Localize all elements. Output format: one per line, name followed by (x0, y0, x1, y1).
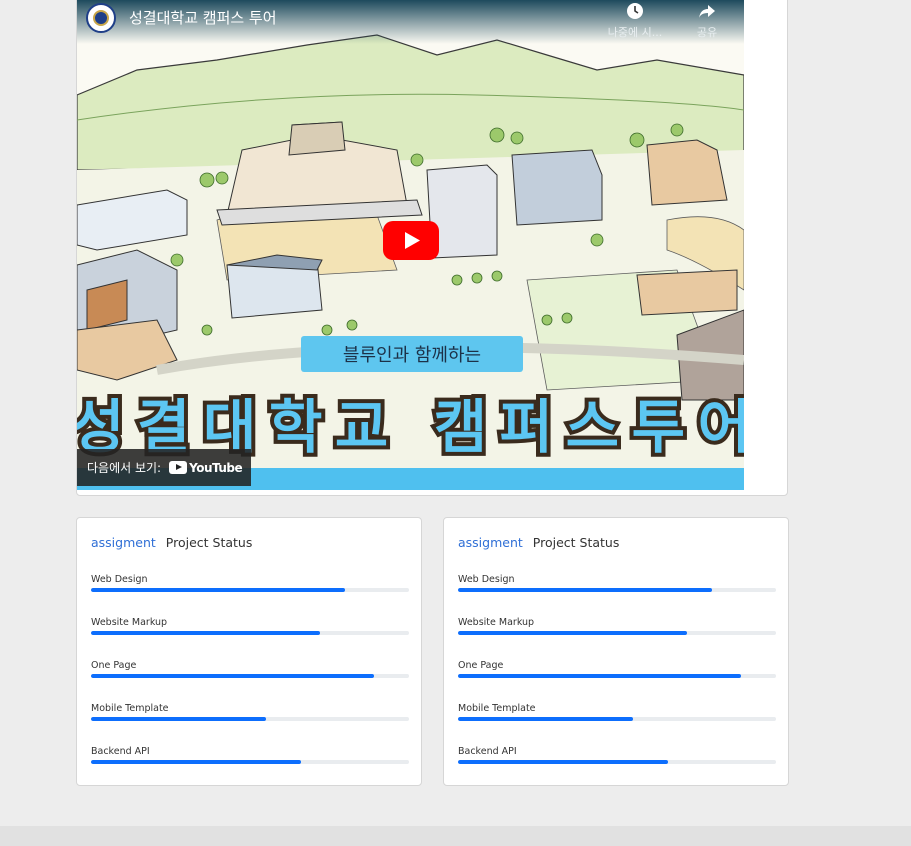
progress-item: One Page (458, 660, 776, 678)
progress-item: Web Design (91, 574, 409, 592)
share-label: 공유 (696, 26, 718, 39)
video-title[interactable]: 성결대학교 캠퍼스 투어 (129, 7, 277, 28)
progress-fill (91, 674, 375, 678)
share-button[interactable]: 공유 (672, 2, 742, 40)
progress-track (458, 674, 776, 678)
progress-track (91, 760, 409, 764)
progress-label: Web Design (91, 574, 148, 585)
progress-label: Website Markup (458, 617, 535, 628)
watch-later-label: 나중에 시... (607, 26, 663, 39)
progress-fill (458, 631, 687, 635)
progress-item: Mobile Template (458, 703, 776, 721)
progress-label: Backend API (91, 746, 150, 757)
project-status-card: assigment Project Status Web Design Webs… (76, 517, 422, 786)
clock-icon (627, 3, 643, 19)
progress-track (458, 588, 776, 592)
watch-later-button[interactable]: 나중에 시... (600, 2, 670, 40)
progress-fill (458, 760, 668, 764)
progress-item: One Page (91, 660, 409, 678)
progress-label: Mobile Template (458, 703, 536, 714)
progress-track (91, 588, 409, 592)
footer (0, 826, 911, 846)
banner-subtitle: 블루인과 함께하는 (343, 345, 481, 366)
youtube-play-icon (169, 461, 188, 474)
progress-label: Mobile Template (91, 703, 169, 714)
play-button[interactable] (383, 221, 439, 260)
progress-item: Website Markup (458, 617, 776, 635)
channel-logo[interactable] (86, 3, 116, 33)
progress-track (91, 674, 409, 678)
progress-fill (91, 717, 266, 721)
progress-fill (458, 717, 633, 721)
progress-label: Website Markup (91, 617, 168, 628)
card-title: assigment Project Status (458, 535, 619, 550)
card-heading: Project Status (165, 535, 253, 550)
progress-fill (91, 631, 320, 635)
card-accent-link[interactable]: assigment (91, 535, 156, 550)
progress-item: Mobile Template (91, 703, 409, 721)
watch-on-youtube[interactable]: 다음에서 보기: YouTube (77, 449, 251, 486)
progress-track (91, 631, 409, 635)
youtube-embed[interactable]: 블루인과 함께하는 성결대학교 캠퍼스투어 성결대학교 캠퍼스투어 성결대학교 … (77, 0, 744, 490)
progress-label: One Page (458, 660, 504, 671)
progress-track (458, 631, 776, 635)
progress-fill (458, 588, 713, 592)
progress-item: Backend API (458, 746, 776, 764)
share-icon (699, 5, 715, 18)
progress-label: Backend API (458, 746, 517, 757)
card-heading: Project Status (532, 535, 620, 550)
progress-label: Web Design (458, 574, 515, 585)
progress-track (458, 717, 776, 721)
progress-item: Backend API (91, 746, 409, 764)
progress-track (91, 717, 409, 721)
progress-fill (91, 760, 301, 764)
progress-item: Website Markup (91, 617, 409, 635)
progress-fill (458, 674, 742, 678)
project-status-card: assigment Project Status Web Design Webs… (443, 517, 789, 786)
progress-fill (91, 588, 346, 592)
card-title: assigment Project Status (91, 535, 252, 550)
youtube-logo: YouTube (169, 460, 243, 475)
progress-item: Web Design (458, 574, 776, 592)
watch-on-label: 다음에서 보기: (87, 461, 162, 475)
youtube-wordmark: YouTube (189, 460, 243, 475)
progress-label: One Page (91, 660, 137, 671)
card-accent-link[interactable]: assigment (458, 535, 523, 550)
progress-track (458, 760, 776, 764)
